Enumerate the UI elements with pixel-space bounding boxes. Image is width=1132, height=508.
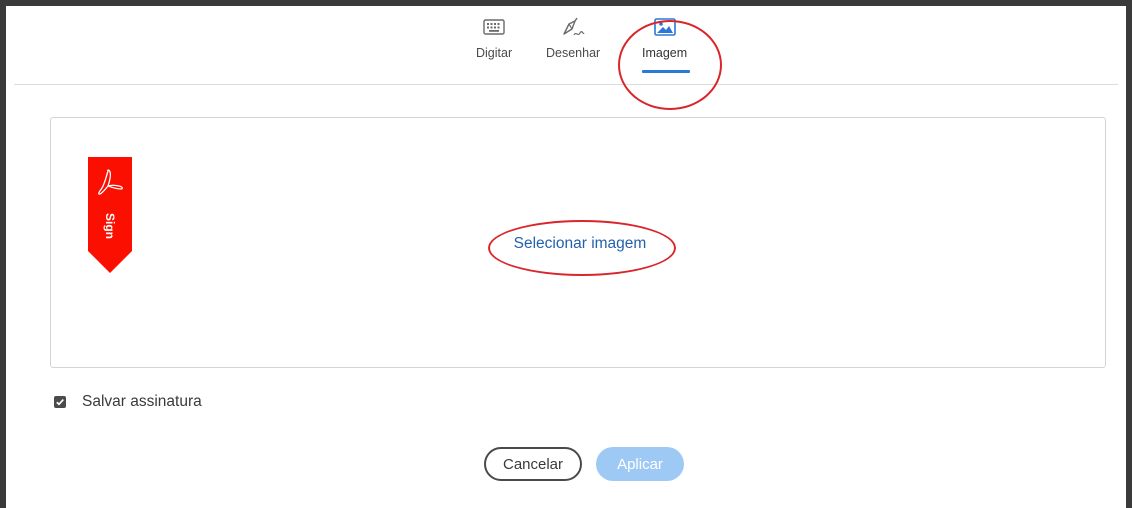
active-tab-indicator [642, 70, 690, 73]
tab-desenhar[interactable]: Desenhar [546, 14, 600, 60]
image-icon [653, 14, 676, 40]
tab-digitar[interactable]: Digitar [476, 14, 512, 60]
select-image-link[interactable]: Selecionar imagem [490, 235, 670, 253]
tab-label-imagem: Imagem [642, 46, 688, 60]
tab-label-digitar: Digitar [476, 46, 513, 60]
keyboard-icon [483, 14, 505, 40]
checkmark-icon [56, 399, 64, 406]
tab-label-desenhar: Desenhar [546, 46, 601, 60]
pen-draw-icon [560, 14, 586, 40]
save-signature-label: Salvar assinatura [82, 393, 202, 410]
cancel-button[interactable]: Cancelar [484, 447, 582, 481]
save-signature-row: Salvar assinatura [54, 393, 202, 411]
tab-imagem[interactable]: Imagem [642, 14, 687, 60]
save-signature-checkbox[interactable] [54, 396, 66, 408]
apply-button[interactable]: Aplicar [596, 447, 684, 481]
adobe-sign-badge-text: Sign [103, 213, 117, 239]
signature-dialog: Digitar Desenhar Imagem Sign Selecionar … [0, 0, 1132, 508]
